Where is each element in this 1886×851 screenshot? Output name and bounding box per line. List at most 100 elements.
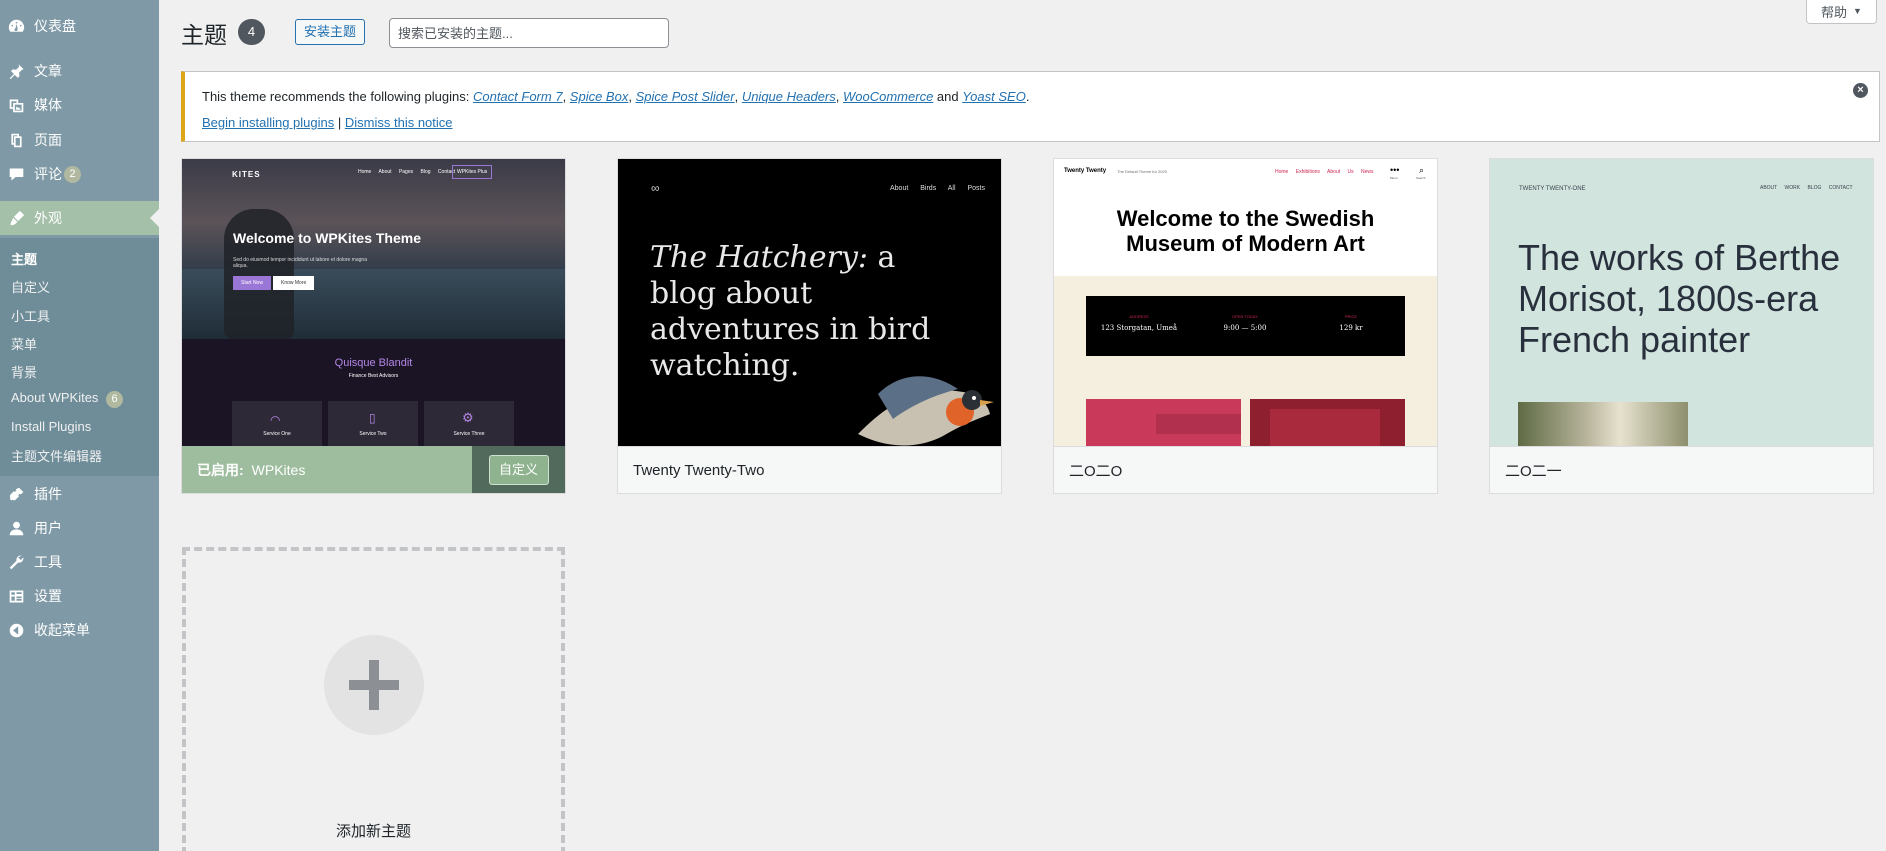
info-label: ADDRESS: [1129, 314, 1149, 319]
menu-tools[interactable]: 工具: [0, 545, 159, 579]
info-label: OPEN TODAY: [1232, 314, 1258, 319]
theme-count-badge: 4: [238, 19, 265, 45]
plugin-link-contact-form-7[interactable]: Contact Form 7: [473, 89, 563, 104]
submenu-widgets[interactable]: 小工具: [11, 306, 50, 325]
plugin-link-yoast-seo[interactable]: Yoast SEO: [962, 89, 1026, 104]
add-theme-button[interactable]: 安装主题: [295, 19, 365, 45]
shot-tagline: The Default Theme for 2020: [1117, 169, 1167, 174]
notice-text: This theme recommends the following plug…: [202, 89, 1029, 104]
media-icon: [0, 97, 30, 114]
plugin-link-spice-box[interactable]: Spice Box: [570, 89, 629, 104]
menu-label: 评论: [34, 166, 62, 182]
shot-painting: [1518, 402, 1688, 446]
shot-btn-more: Know More: [273, 276, 315, 290]
shot-headline: Welcome to the Swedish Museum of Modern …: [1116, 206, 1375, 256]
submenu-background[interactable]: 背景: [11, 362, 37, 381]
wrench-icon: [0, 554, 30, 571]
shot-menu-label: Menu: [1390, 176, 1398, 180]
nav-item: About: [890, 185, 909, 192]
active-label: 已启用:: [197, 462, 244, 478]
shot-site-title: Twenty Twenty: [1064, 168, 1107, 174]
nav-item: Pages: [398, 169, 414, 175]
separator: ,: [628, 89, 636, 104]
page-icon: [0, 132, 30, 149]
menu-pages[interactable]: 页面: [0, 123, 159, 157]
menu-label: 插件: [34, 486, 62, 502]
theme-name: WPKites: [251, 462, 306, 478]
submenu-label: About WPKites: [11, 390, 99, 405]
divider: |: [334, 115, 345, 130]
theme-name: 二O二一: [1505, 463, 1562, 480]
nav-item: About: [378, 169, 392, 175]
conjunction: and: [933, 89, 963, 104]
menu-appearance[interactable]: 外观: [0, 201, 159, 235]
theme-card-twentytwentytwo[interactable]: ∞ About Birds All Posts The Hatchery: a …: [617, 158, 1002, 494]
appearance-submenu: 主题 自定义 小工具 菜单 背景 About WPKites 6 Install…: [0, 238, 159, 476]
customize-button[interactable]: 自定义: [488, 455, 549, 485]
search-themes-input[interactable]: [389, 18, 669, 48]
art-block: [1270, 409, 1380, 446]
nav-item: News: [1361, 169, 1374, 175]
shot-search-label: Search: [1416, 176, 1426, 180]
menu-label: 设置: [34, 588, 62, 604]
menu-collapse[interactable]: 收起菜单: [0, 613, 159, 647]
art-block: [1156, 414, 1241, 434]
page-title: 主题: [181, 22, 227, 48]
menu-plugins[interactable]: 插件: [0, 477, 159, 511]
shot-hero-text: Sed do eiusmod tempor incididunt ut labo…: [233, 257, 367, 269]
active-theme-footer: 已启用: WPKites 自定义: [182, 446, 565, 493]
nav-item: Birds: [920, 185, 937, 192]
submenu-themes[interactable]: 主题: [11, 249, 37, 268]
menu-users[interactable]: 用户: [0, 511, 159, 545]
plugin-link-woocommerce[interactable]: WooCommerce: [843, 89, 933, 104]
theme-screenshot: KITES Home About Pages Blog Contact WPKi…: [182, 159, 565, 446]
menu-media[interactable]: 媒体: [0, 88, 159, 122]
theme-screenshot: TWENTY TWENTY-ONE ABOUT WORK BLOG CONTAC…: [1490, 159, 1873, 446]
nav-item: Blog: [420, 169, 431, 175]
submenu-about-wpkites[interactable]: About WPKites 6: [11, 390, 124, 408]
shot-section-title: Quisque Blandit: [334, 357, 413, 369]
submenu-install-plugins[interactable]: Install Plugins: [11, 419, 91, 434]
plugin-link-spice-post-slider[interactable]: Spice Post Slider: [636, 89, 735, 104]
dismiss-notice-link[interactable]: Dismiss this notice: [345, 115, 453, 130]
theme-card-wpkites[interactable]: KITES Home About Pages Blog Contact WPKi…: [181, 158, 566, 494]
notice-actions: Begin installing plugins | Dismiss this …: [202, 115, 453, 130]
submenu-customize[interactable]: 自定义: [11, 277, 50, 296]
plugin-link-unique-headers[interactable]: Unique Headers: [742, 89, 836, 104]
theme-card-twentytwenty[interactable]: Twenty Twenty The Default Theme for 2020…: [1053, 158, 1438, 494]
person-silhouette: [224, 209, 294, 339]
submenu-theme-editor[interactable]: 主题文件编辑器: [11, 446, 102, 465]
submenu-menus[interactable]: 菜单: [11, 334, 37, 353]
shot-nav: ABOUT WORK BLOG CONTACT: [1760, 185, 1853, 191]
shot-logo: KITES: [232, 170, 261, 179]
add-new-theme-card[interactable]: 添加新主题: [182, 547, 565, 851]
shot-btn-start: Start Now: [233, 276, 271, 290]
menu-dots-icon: •••: [1390, 165, 1400, 175]
menu-comments[interactable]: 评论 2: [0, 157, 159, 191]
search-icon: ⌕: [1419, 165, 1425, 175]
plugin-icon: [0, 486, 30, 503]
info-value: 123 Storgatan, Umeå: [1100, 324, 1178, 332]
menu-dashboard[interactable]: 仪表盘: [0, 9, 159, 43]
theme-name: Twenty Twenty-Two: [633, 462, 765, 479]
theme-name: 二O二O: [1069, 463, 1123, 480]
shot-nav: About Birds All Posts: [890, 185, 985, 192]
menu-settings[interactable]: 设置: [0, 579, 159, 613]
shot-service-box: Service Two ▯: [328, 401, 418, 446]
shot-section-sub: Finance Best Advisors: [348, 373, 399, 379]
about-count-badge: 6: [106, 391, 124, 408]
theme-screenshot: ∞ About Birds All Posts The Hatchery: a …: [618, 159, 1001, 446]
menu-posts[interactable]: 文章: [0, 54, 159, 88]
menu-label: 文章: [34, 63, 62, 79]
shot-headline: The works of Berthe Morisot, 1800s-era F…: [1518, 237, 1841, 360]
begin-installing-link[interactable]: Begin installing plugins: [202, 115, 334, 130]
headline-italic: The Hatchery:: [650, 240, 868, 275]
theme-card-twentytwentyone[interactable]: TWENTY TWENTY-ONE ABOUT WORK BLOG CONTAC…: [1489, 158, 1874, 494]
close-icon[interactable]: ×: [1853, 83, 1868, 98]
help-tab-button[interactable]: 帮助 ▼: [1806, 0, 1877, 24]
service-label: Service Two: [359, 431, 387, 437]
service-label: Service One: [263, 431, 291, 437]
shot-service-box: Service One ◠: [232, 401, 322, 446]
menu-label: 外观: [34, 210, 62, 226]
theme-footer: Twenty Twenty-Two: [618, 446, 1001, 493]
